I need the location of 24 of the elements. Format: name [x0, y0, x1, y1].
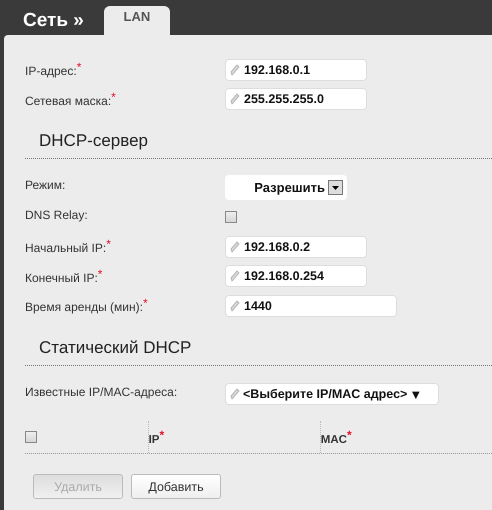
pencil-icon [230, 388, 241, 400]
input-field[interactable]: 192.168.0.2 [225, 236, 367, 258]
page-title: Сеть » [23, 8, 84, 32]
mode-dropdown[interactable]: Разрешить [225, 175, 347, 200]
section-heading: DHCP-сервер [38, 130, 149, 152]
checkbox[interactable] [225, 211, 237, 224]
section-heading: Статический DHCP [38, 336, 192, 358]
address-combobox[interactable]: <Выберите IP/MAC адрес>▼ [225, 383, 439, 406]
field-label: DNS Relay: [25, 206, 89, 222]
pencil-icon [230, 240, 241, 253]
input-field[interactable]: 1440 [225, 294, 397, 317]
input-field[interactable]: 192.168.0.254 [225, 265, 367, 288]
tab[interactable]: LAN [104, 6, 170, 35]
field-label: Известные IP/MAC-адреса: [25, 384, 178, 398]
pencil-icon [230, 64, 241, 76]
select-all-checkbox[interactable] [25, 431, 37, 443]
field-label: Режим: [25, 177, 66, 192]
input-field[interactable]: 255.255.255.0 [225, 88, 367, 110]
input-field[interactable]: 192.168.0.1 [225, 58, 367, 81]
add-button[interactable]: Добавить [131, 474, 221, 499]
pencil-icon [230, 270, 241, 282]
pencil-icon [230, 300, 241, 312]
pencil-icon [230, 93, 241, 106]
caret-icon [332, 186, 339, 190]
